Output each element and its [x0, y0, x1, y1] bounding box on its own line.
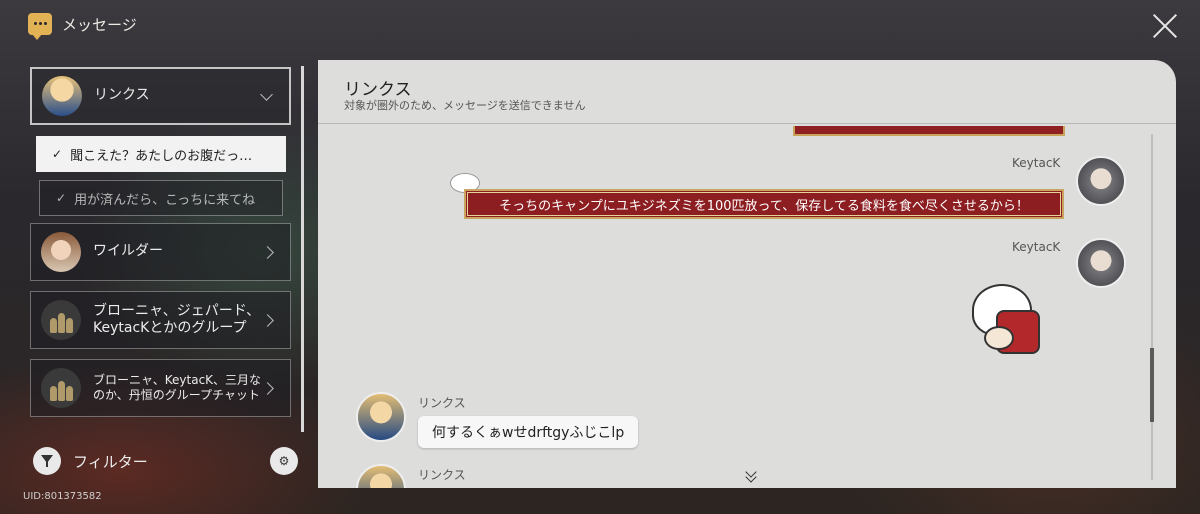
avatar — [356, 464, 406, 488]
chevron-down-icon — [260, 87, 273, 101]
chat-panel: リンクス 対象が圏外のため、メッセージを送信できません KeytacK そっちの… — [318, 60, 1176, 488]
settings-button[interactable]: ⚙ — [270, 447, 298, 475]
sidebar-item-label: リンクス — [94, 87, 150, 104]
message-sender: KeytacK — [1012, 240, 1061, 254]
sidebar-item-group-2[interactable]: ブローニャ、KeytacK、三月な のか、丹恒のグループチャット — [30, 359, 291, 417]
chat-scrollbar-thumb[interactable] — [1150, 348, 1154, 422]
message-bubble: 何するくぁwせdrftgyふじこlp — [418, 416, 639, 448]
sidebar-item-label: ブローニャ、KeytacK、三月な のか、丹恒のグループチャット — [93, 373, 262, 402]
chevron-right-icon — [261, 381, 274, 395]
sub-thread-label: 聞こえた？あたしのお腹だっ… — [70, 148, 253, 164]
sidebar-item-group-1[interactable]: ブローニャ、ジェパード、 KeytacKとかのグループ — [30, 291, 291, 349]
scroll-down-icon[interactable] — [745, 468, 757, 484]
message-sender: リンクス — [418, 396, 466, 410]
message-bubble-icon — [28, 13, 52, 40]
avatar — [1076, 238, 1126, 288]
sub-thread-label: 用が済んだら、こっちに来てね — [74, 192, 256, 208]
sub-thread-item[interactable]: ✓ 用が済んだら、こっちに来てね — [39, 180, 283, 216]
avatar — [42, 76, 82, 116]
sidebar-scrollbar[interactable] — [301, 66, 304, 432]
gear-icon: ⚙ — [278, 454, 290, 468]
sidebar-item-label: ワイルダー — [93, 243, 163, 260]
sidebar-item-rinx[interactable]: リンクス — [30, 67, 291, 125]
group-avatar — [41, 368, 81, 408]
message-bubble: そっちのキャンプにユキジネズミを100匹放って、保存してる食料を食べ尽くさせるか… — [464, 189, 1064, 219]
group-avatar — [41, 300, 81, 340]
app-title: メッセージ — [62, 15, 137, 34]
filter-button[interactable]: フィルター — [33, 447, 148, 475]
previous-message-banner — [793, 126, 1065, 136]
avatar — [1076, 156, 1126, 206]
sidebar-item-wilder[interactable]: ワイルダー — [30, 223, 291, 281]
check-icon: ✓ — [56, 191, 67, 205]
chevron-right-icon — [261, 313, 274, 327]
check-icon: ✓ — [52, 147, 63, 161]
chat-subtitle: 対象が圏外のため、メッセージを送信できません — [344, 99, 586, 112]
sub-thread-item[interactable]: ✓ 聞こえた？あたしのお腹だっ… — [36, 136, 286, 172]
uid-label: UID:801373582 — [23, 491, 102, 502]
message-sender: KeytacK — [1012, 156, 1061, 170]
app-header: メッセージ — [28, 13, 137, 40]
chat-header: リンクス 対象が圏外のため、メッセージを送信できません — [318, 60, 1176, 124]
chevron-right-icon — [261, 245, 274, 259]
sticker-face — [984, 326, 1014, 350]
close-icon[interactable] — [1152, 13, 1178, 39]
chat-scrollbar-track[interactable] — [1151, 134, 1153, 480]
avatar — [41, 232, 81, 272]
sidebar-item-label: ブローニャ、ジェパード、 KeytacKとかのグループ — [93, 302, 261, 337]
sticker-image — [966, 280, 1048, 364]
avatar — [356, 392, 406, 442]
filter-icon — [33, 447, 61, 475]
message-sender: リンクス — [418, 468, 466, 482]
filter-label: フィルター — [73, 452, 148, 471]
